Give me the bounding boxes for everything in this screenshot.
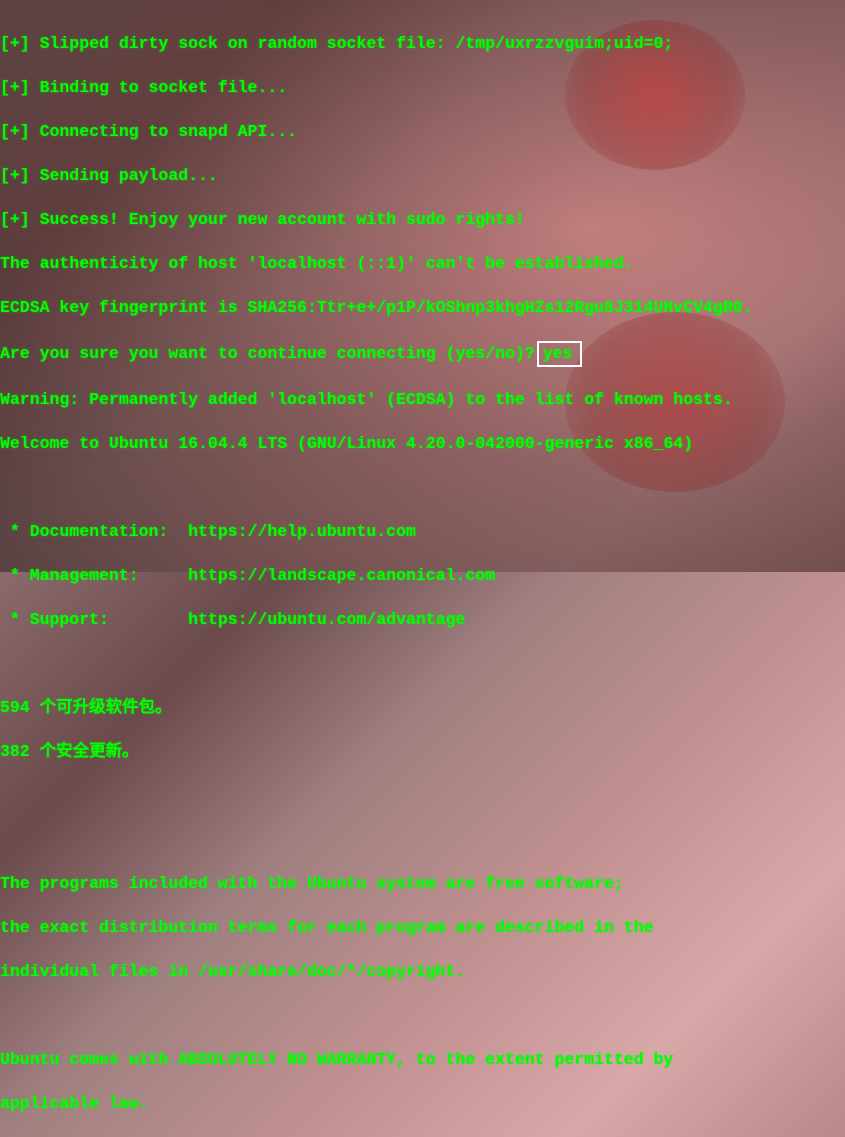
security-updates-line: 382 个安全更新。: [0, 741, 845, 763]
log-line: [+] Slipped dirty sock on random socket …: [0, 33, 845, 55]
management-link-line: * Management: https://landscape.canonica…: [0, 565, 845, 587]
warranty-line: applicable law.: [0, 1093, 845, 1115]
ssh-prompt-line: Are you sure you want to continue connec…: [0, 341, 845, 367]
log-line: [+] Success! Enjoy your new account with…: [0, 209, 845, 231]
ssh-warning-line: Warning: Permanently added 'localhost' (…: [0, 389, 845, 411]
log-line: [+] Sending payload...: [0, 165, 845, 187]
blank-line: [0, 653, 845, 675]
welcome-line: Welcome to Ubuntu 16.04.4 LTS (GNU/Linux…: [0, 433, 845, 455]
blank-line: [0, 1005, 845, 1027]
warranty-line: Ubuntu comes with ABSOLUTELY NO WARRANTY…: [0, 1049, 845, 1071]
ssh-auth-line: The authenticity of host 'localhost (::1…: [0, 253, 845, 275]
support-link-line: * Support: https://ubuntu.com/advantage: [0, 609, 845, 631]
upgradable-packages-line: 594 个可升级软件包。: [0, 697, 845, 719]
motd-line: the exact distribution terms for each pr…: [0, 917, 845, 939]
terminal-output: [+] Slipped dirty sock on random socket …: [0, 0, 845, 1137]
ssh-fingerprint-line: ECDSA key fingerprint is SHA256:Ttr+e+/p…: [0, 297, 845, 319]
blank-line: [0, 829, 845, 851]
ssh-prompt-input[interactable]: yes: [537, 341, 583, 367]
blank-line: [0, 477, 845, 499]
motd-line: individual files in /usr/share/doc/*/cop…: [0, 961, 845, 983]
log-line: [+] Connecting to snapd API...: [0, 121, 845, 143]
ssh-continue-prompt: Are you sure you want to continue connec…: [0, 344, 535, 363]
blank-line: [0, 785, 845, 807]
motd-line: The programs included with the Ubuntu sy…: [0, 873, 845, 895]
log-line: [+] Binding to socket file...: [0, 77, 845, 99]
docs-link-line: * Documentation: https://help.ubuntu.com: [0, 521, 845, 543]
